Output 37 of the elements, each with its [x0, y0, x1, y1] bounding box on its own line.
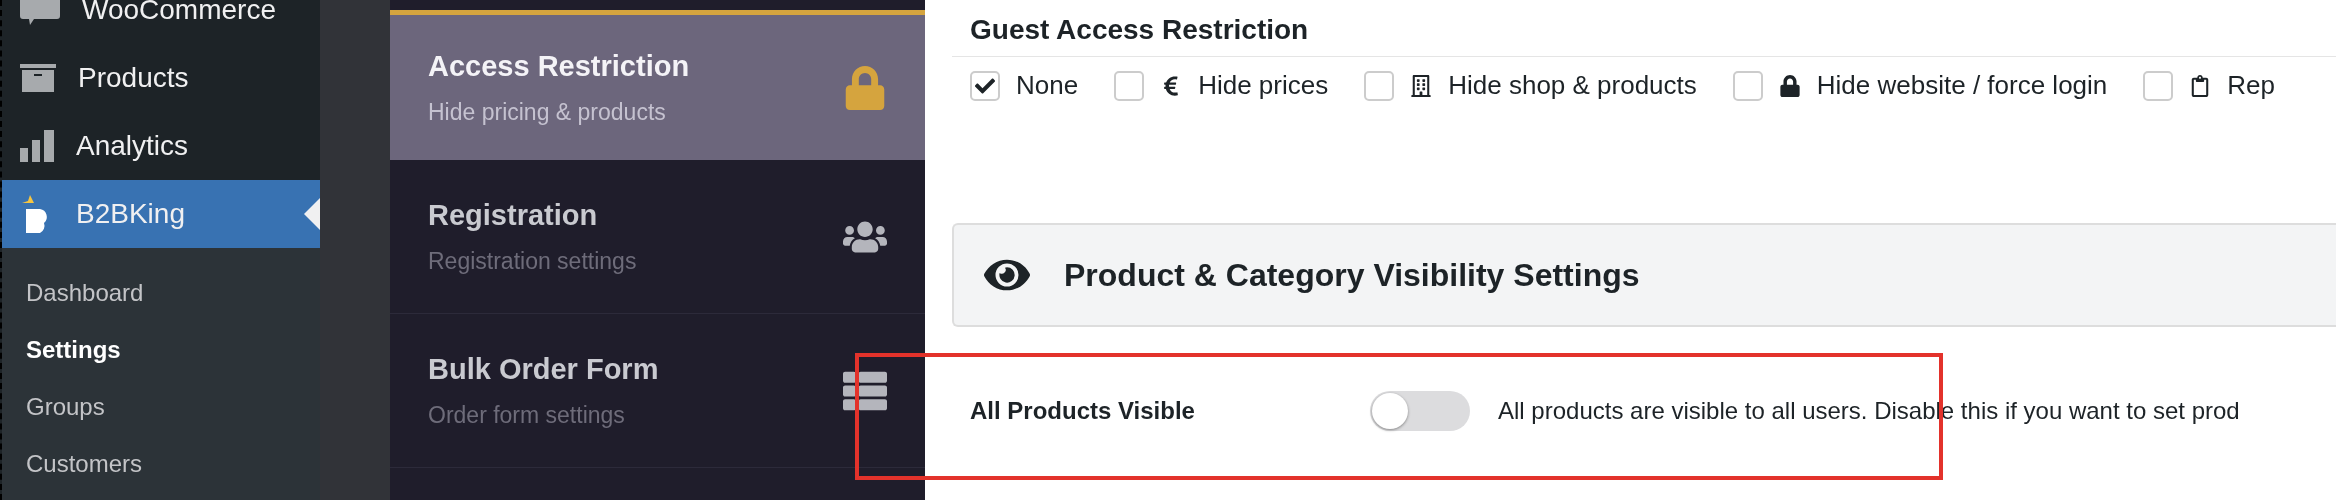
lock-icon [843, 65, 887, 110]
toggle-switch[interactable] [1370, 391, 1470, 431]
box-icon [20, 64, 56, 92]
menu-item-title: Access Restriction [428, 49, 690, 83]
settings-menu-item[interactable]: Registration Registration settings [390, 160, 925, 314]
submenu-link[interactable]: Groups [2, 378, 320, 435]
option-label: Hide prices [1198, 70, 1329, 101]
menu-item-subtitle: Hide pricing & products [428, 98, 667, 126]
menu-item-subtitle: Registration settings [428, 247, 637, 275]
section-heading: Guest Access Restriction [952, 14, 2336, 57]
speech-bubble-icon [20, 0, 60, 25]
option-label: Hide website / force login [1816, 70, 2108, 101]
option-label: Hide shop & products [1448, 70, 1697, 101]
submenu-link[interactable]: Dashboard [2, 264, 320, 321]
setting-label: All Products Visible [970, 397, 1196, 425]
option-label: None [1016, 70, 1079, 101]
menu-item-title: Bulk Order Form [428, 352, 659, 386]
checkbox[interactable] [970, 70, 1000, 101]
submenu-link[interactable]: Settings [2, 321, 320, 378]
settings-menu-item[interactable]: Bulk Order Form Order form settings [390, 314, 925, 468]
bar-chart-icon [20, 130, 54, 162]
submenu-link[interactable]: Customers [2, 435, 320, 492]
menu-item-title: Registration [428, 198, 599, 232]
settings-menu-item[interactable]: Access Restriction Hide pricing & products [390, 10, 925, 160]
menu-item-subtitle: Order form settings [428, 401, 626, 429]
building-icon [1410, 74, 1433, 97]
checkbox[interactable] [1364, 70, 1395, 101]
lock-icon [1778, 74, 1801, 97]
option-label: Rep [2227, 70, 2275, 101]
admin-menu-item[interactable]: Products [2, 44, 320, 112]
checkbox[interactable] [1732, 70, 1763, 101]
admin-menu-item[interactable]: Analytics [2, 112, 320, 180]
admin-menu-item[interactable]: B2BKing [2, 180, 320, 248]
section-title: Product & Category Visibility Settings [1064, 256, 1640, 294]
checkbox[interactable] [2143, 70, 2174, 101]
admin-menu-item[interactable]: WooCommerce [2, 0, 320, 44]
checkbox[interactable] [1114, 70, 1145, 101]
